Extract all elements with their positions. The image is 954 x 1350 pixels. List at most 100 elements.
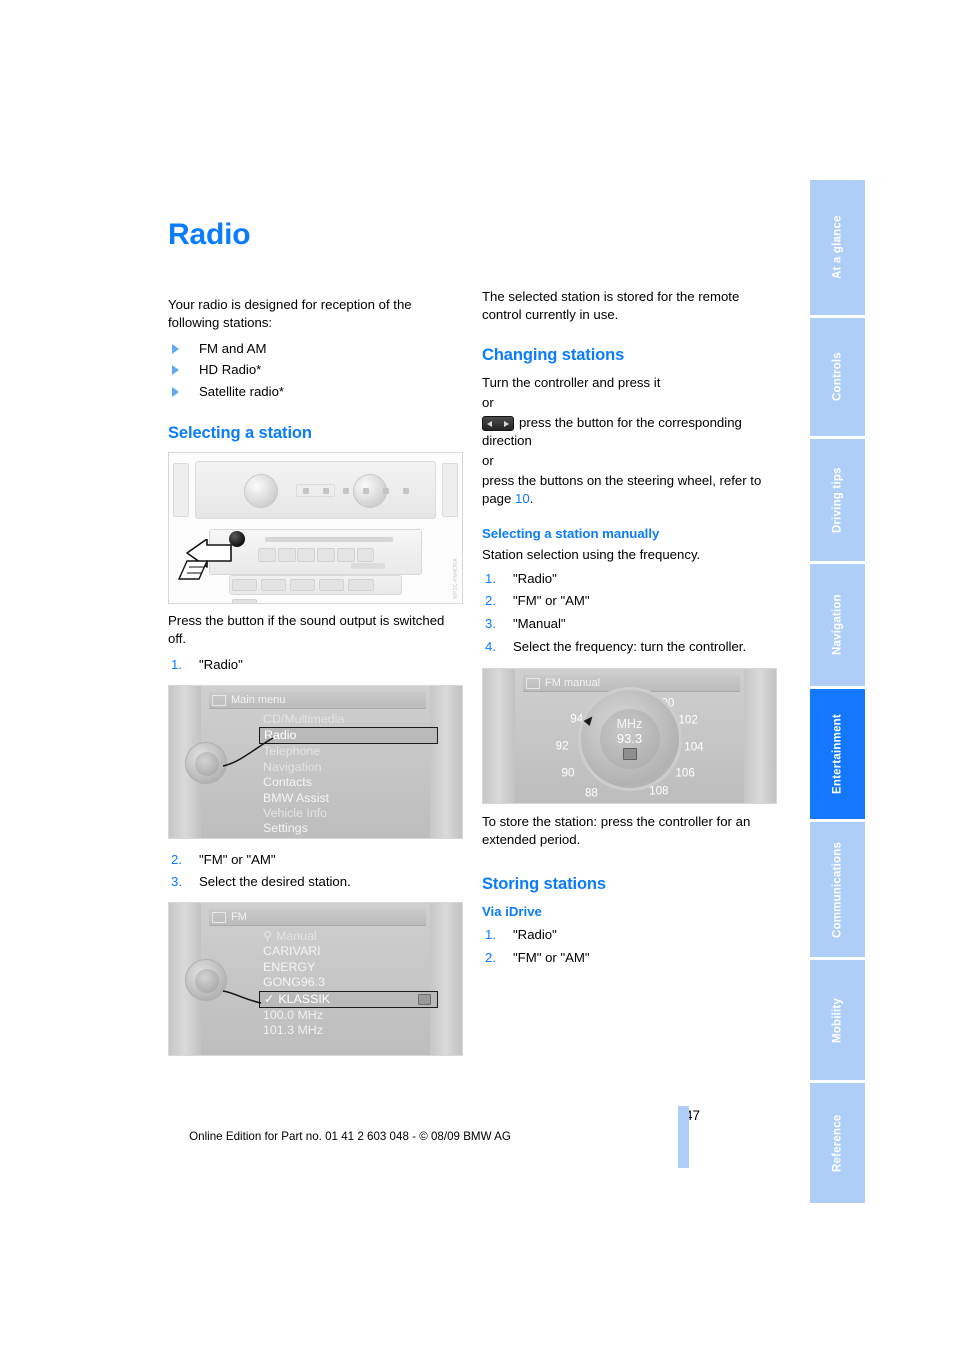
step-number: 1. <box>485 570 496 586</box>
figure-main-menu-screen: Main menu CD/Multimedia Radio Telephone … <box>168 684 463 839</box>
step-text: "Radio" <box>513 570 557 586</box>
fm-frequency-1[interactable]: 100.0 MHz <box>259 1008 438 1023</box>
tab-mobility[interactable]: Mobility <box>810 960 865 1080</box>
magnifier-icon: ⚲ <box>263 929 273 944</box>
station-list-icon <box>418 993 431 1005</box>
power-volume-button <box>229 531 245 548</box>
checkmark-icon: ✓ <box>264 991 275 1006</box>
step-text: Select the frequency: turn the controlle… <box>513 638 747 654</box>
cd-slot <box>265 537 393 543</box>
list-item: HD Radio* <box>168 359 463 380</box>
list-item-label: HD Radio* <box>199 362 262 378</box>
fm-manual-label: Manual <box>276 929 317 944</box>
page-reference-link[interactable]: 10 <box>515 491 530 506</box>
eject-button <box>351 563 385 570</box>
fm-station-klassik[interactable]: ✓ KLASSIK <box>259 990 438 1009</box>
list-item: 3. "Manual" <box>482 613 777 636</box>
preset-button-row <box>258 548 395 563</box>
list-item-label: FM and AM <box>199 340 267 356</box>
tab-reference[interactable]: Reference <box>810 1083 865 1203</box>
fm-station-energy[interactable]: ENERGY <box>259 960 438 975</box>
manual-intro: Station selection using the frequency. <box>482 546 701 562</box>
menu-item-cd-multimedia[interactable]: CD/Multimedia <box>259 712 438 727</box>
menu-item-contacts[interactable]: Contacts <box>259 775 438 790</box>
figure-dashboard-controls: MP2C-FM4DRA <box>168 452 463 605</box>
step-number: 1. <box>485 927 496 943</box>
screen-title-bar: Main menu <box>209 691 426 709</box>
tab-at-a-glance[interactable]: At a glance <box>810 180 865 315</box>
stored-station-note: The selected station is stored for the r… <box>482 289 740 322</box>
step-number: 2. <box>485 949 496 965</box>
fm-station-gong963[interactable]: GONG96.3 <box>259 975 438 990</box>
list-item: 1. "Radio" <box>168 654 463 677</box>
dial-tick-104: 104 <box>684 740 704 754</box>
frequency-value: 93.3 <box>616 731 643 747</box>
radio-icon <box>526 678 540 690</box>
manual-selection-steps: 1. "Radio" 2. "FM" or "AM" 3. "Manual" 4… <box>482 568 777 659</box>
fm-station-label: KLASSIK <box>278 991 331 1006</box>
station-type-list: FM and AM HD Radio* Satellite radio* <box>168 338 463 402</box>
fm-station-carivari[interactable]: CARIVARI <box>259 944 438 959</box>
step-number: 4. <box>485 638 496 654</box>
footer-accent-bar <box>678 1106 689 1168</box>
list-item: Satellite radio* <box>168 381 463 402</box>
figure-credit: MP2C-FM4DRA <box>453 558 459 600</box>
tab-entertainment[interactable]: Entertainment <box>810 689 865 819</box>
tab-label: Mobility <box>831 997 844 1043</box>
tab-communications[interactable]: Communications <box>810 822 865 957</box>
fm-manual-entry[interactable]: ⚲ Manual <box>259 929 438 944</box>
radio-icon <box>212 912 226 924</box>
triangle-bullet-icon <box>172 386 179 397</box>
intro-text: Your radio is designed for reception of … <box>168 297 412 330</box>
dash-caption: Press the button if the sound output is … <box>168 613 445 646</box>
tab-navigation[interactable]: Navigation <box>810 564 865 686</box>
callout-line-fm-list <box>222 990 262 1004</box>
menu-icon <box>212 694 226 706</box>
screen-title-bar: FM <box>209 909 426 927</box>
rocker-instruction-text: press the button for the corresponding d… <box>482 414 742 448</box>
tab-driving-tips[interactable]: Driving tips <box>810 439 865 561</box>
step-number: 3. <box>485 615 496 631</box>
list-item: 2. "FM" or "AM" <box>482 590 777 613</box>
climate-control-panel <box>195 461 436 520</box>
page-number: 147 <box>0 1108 700 1123</box>
select-station-steps-b: 2. "FM" or "AM" 3. Select the desired st… <box>168 849 463 894</box>
list-item: 3. Select the desired station. <box>168 871 463 894</box>
step-text: "Radio" <box>199 656 243 672</box>
dial-tick-92: 92 <box>555 739 569 753</box>
via-idrive-steps: 1. "Radio" 2. "FM" or "AM" <box>482 924 777 969</box>
changing-line-1: Turn the controller and press it <box>482 374 661 390</box>
menu-item-vehicle-info[interactable]: Vehicle Info <box>259 806 438 821</box>
tab-controls[interactable]: Controls <box>810 318 865 436</box>
dial-tick-106: 106 <box>675 766 695 780</box>
lower-button-bank <box>229 575 402 604</box>
or-separator-1: or <box>482 394 494 410</box>
screen-bezel-right <box>744 669 776 804</box>
fm-frequency-2[interactable]: 101.3 MHz <box>259 1023 438 1038</box>
tab-label: Communications <box>831 841 844 938</box>
subsection-via-idrive: Via iDrive <box>482 904 542 920</box>
section-changing-stations: Changing stations <box>482 345 625 364</box>
step-text: "Manual" <box>513 615 566 631</box>
footer-imprint: Online Edition for Part no. 01 41 2 603 … <box>189 1130 511 1143</box>
page-title: Radio <box>168 218 251 251</box>
tuning-dial-ring[interactable]: MHz 93.3 <box>577 687 682 792</box>
dial-tick-108: 108 <box>649 784 669 798</box>
rocker-button-icon <box>482 415 514 431</box>
list-item: 1. "Radio" <box>482 568 777 591</box>
dial-tick-90: 90 <box>561 766 575 780</box>
figure-fm-station-list: FM ⚲ Manual CARIVARI ENERGY GONG96.3 ✓ KLA… <box>168 902 463 1057</box>
dial-tick-88: 88 <box>584 786 598 800</box>
tab-label: Entertainment <box>831 714 844 794</box>
triangle-bullet-icon <box>172 343 179 354</box>
menu-item-bmw-assist[interactable]: BMW Assist <box>259 791 438 806</box>
list-item: 4. Select the frequency: turn the contro… <box>482 636 777 659</box>
list-item: 2. "FM" or "AM" <box>482 947 777 970</box>
list-item: FM and AM <box>168 338 463 359</box>
select-station-steps-a: 1. "Radio" <box>168 654 463 677</box>
menu-item-settings[interactable]: Settings <box>259 821 438 836</box>
list-item-label: Satellite radio* <box>199 383 285 399</box>
tab-label: Navigation <box>831 594 844 656</box>
tab-label: Controls <box>831 352 844 402</box>
air-vent-right <box>442 463 458 518</box>
